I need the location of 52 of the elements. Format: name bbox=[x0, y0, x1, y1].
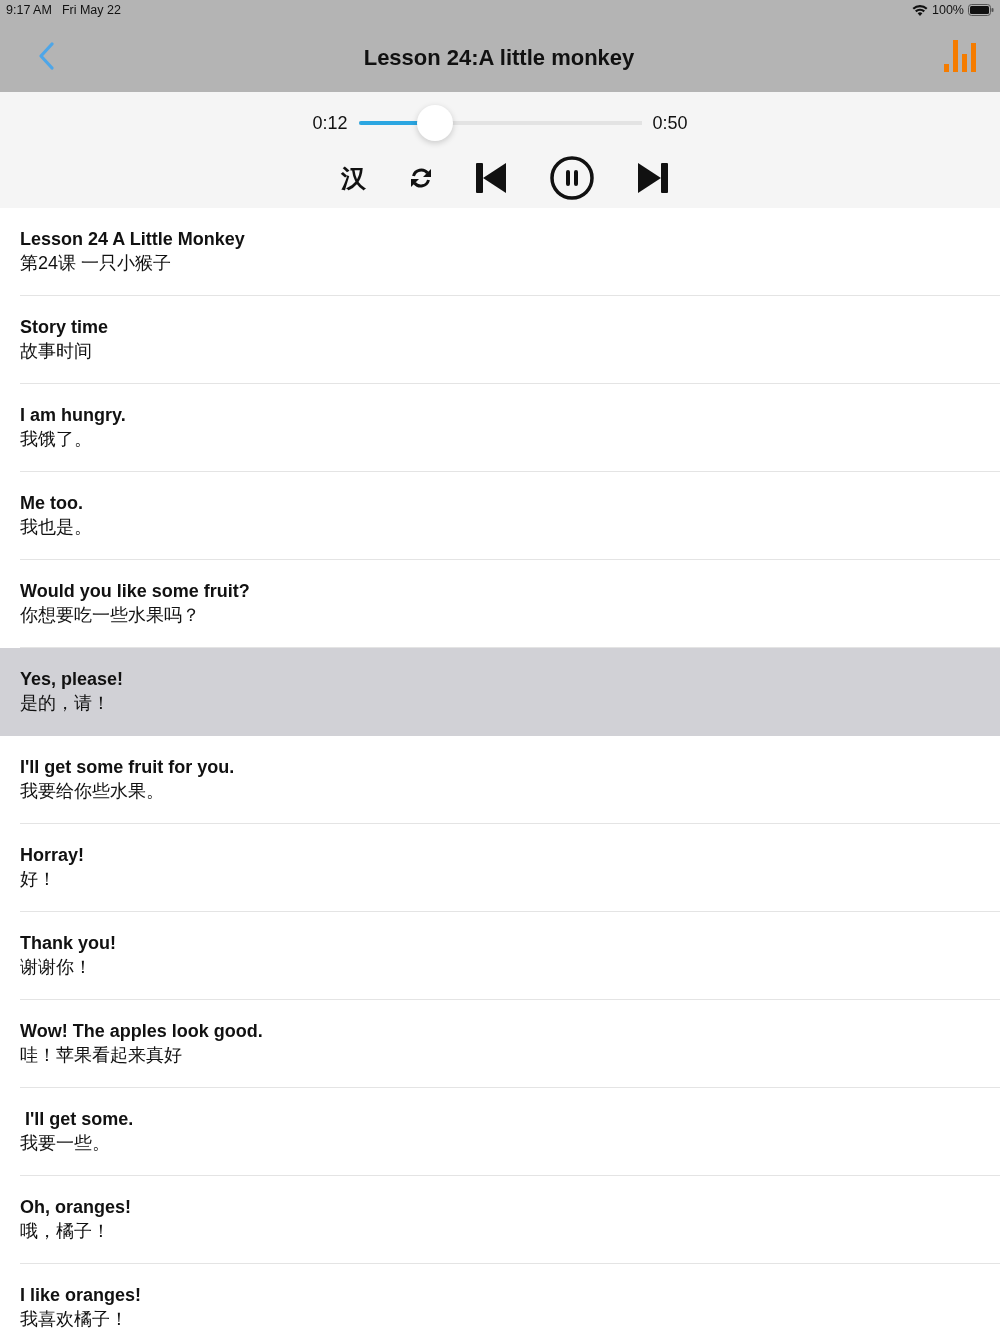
next-track-icon[interactable] bbox=[637, 163, 668, 193]
sentence-row[interactable]: Thank you! 谢谢你！ bbox=[0, 912, 1000, 1000]
sentence-row[interactable]: Me too. 我也是。 bbox=[0, 472, 1000, 560]
sentence-row[interactable]: Yes, please! 是的，请！ bbox=[0, 648, 1000, 736]
chinese-translation: 我也是。 bbox=[20, 516, 92, 539]
english-sentence: Me too. bbox=[20, 492, 83, 515]
chinese-translation: 好！ bbox=[20, 868, 56, 891]
sentence-row[interactable]: I am hungry. 我饿了。 bbox=[0, 384, 1000, 472]
chinese-translation: 谢谢你！ bbox=[20, 956, 92, 979]
wifi-icon bbox=[912, 4, 928, 16]
status-date: Fri May 22 bbox=[61, 3, 121, 17]
english-sentence: Yes, please! bbox=[20, 668, 124, 691]
english-sentence: I'll get some. bbox=[24, 1108, 134, 1131]
english-sentence: Thank you! bbox=[20, 932, 116, 955]
chinese-translation: 哦，橘子！ bbox=[20, 1220, 110, 1243]
chinese-translation: 哇！苹果看起来真好 bbox=[20, 1044, 182, 1067]
chinese-translation: 故事时间 bbox=[20, 340, 92, 363]
sentence-row[interactable]: I'll get some fruit for you. 我要给你些水果。 bbox=[0, 736, 1000, 824]
chinese-translation: 我喜欢橘子！ bbox=[20, 1308, 128, 1331]
status-time: 9:17 AM bbox=[6, 3, 52, 17]
sentence-row[interactable]: Oh, oranges! 哦，橘子！ bbox=[0, 1176, 1000, 1264]
english-sentence: Would you like some fruit? bbox=[20, 580, 250, 603]
english-sentence: Horray! bbox=[20, 844, 85, 867]
battery-percent: 100% bbox=[932, 3, 964, 17]
english-sentence: Story time bbox=[20, 316, 109, 339]
chinese-translation: 你想要吃一些水果吗？ bbox=[20, 604, 200, 627]
page-title: Lesson 24:A little monkey bbox=[362, 44, 636, 71]
slider-thumb[interactable] bbox=[416, 105, 453, 141]
sentence-row[interactable]: Horray! 好！ bbox=[0, 824, 1000, 912]
english-sentence: Lesson 24 A Little Monkey bbox=[20, 228, 245, 251]
chinese-translation: 我要一些。 bbox=[20, 1132, 110, 1155]
chinese-translation: 是的，请！ bbox=[20, 692, 110, 715]
english-sentence: I am hungry. bbox=[20, 404, 126, 427]
repeat-icon[interactable] bbox=[409, 167, 432, 189]
sentence-row[interactable]: Story time 故事时间 bbox=[0, 296, 1000, 384]
sentence-row[interactable]: I like oranges! 我喜欢橘子！ bbox=[0, 1264, 1000, 1334]
previous-track-icon[interactable] bbox=[475, 163, 506, 193]
battery-icon bbox=[968, 4, 994, 16]
sentence-row[interactable]: Wow! The apples look good. 哇！苹果看起来真好 bbox=[0, 1000, 1000, 1088]
duration-time: 0:50 bbox=[652, 112, 688, 134]
hanzi-toggle-button[interactable]: 汉 bbox=[340, 163, 366, 193]
chinese-translation: 我要给你些水果。 bbox=[20, 780, 164, 803]
english-sentence: I like oranges! bbox=[20, 1284, 142, 1307]
pause-icon[interactable] bbox=[549, 156, 594, 200]
english-sentence: Wow! The apples look good. bbox=[20, 1020, 263, 1043]
english-sentence: Oh, oranges! bbox=[20, 1196, 131, 1219]
english-sentence: I'll get some fruit for you. bbox=[20, 756, 235, 779]
chinese-translation: 第24课 一只小猴子 bbox=[20, 252, 172, 275]
sentence-row[interactable]: I'll get some. 我要一些。 bbox=[0, 1088, 1000, 1176]
elapsed-time: 0:12 bbox=[312, 112, 348, 134]
sentence-row[interactable]: Lesson 24 A Little Monkey 第24课 一只小猴子 bbox=[0, 208, 1000, 296]
chinese-translation: 我饿了。 bbox=[20, 428, 92, 451]
